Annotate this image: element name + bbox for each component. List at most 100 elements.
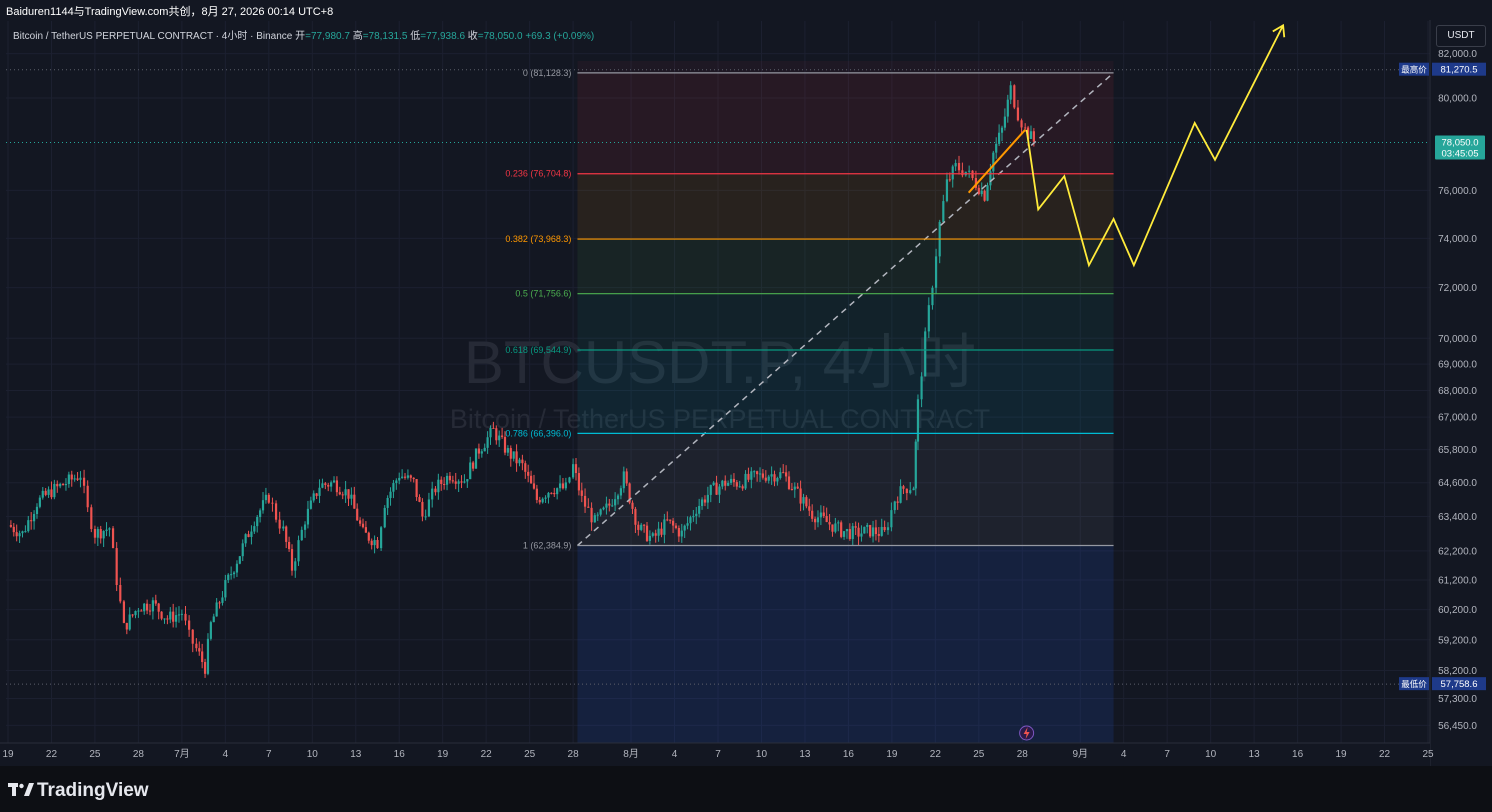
candle-body: [721, 480, 724, 487]
candle-body: [271, 502, 274, 504]
candle-body: [172, 611, 175, 622]
candle-body: [1000, 127, 1004, 133]
candle-body: [564, 482, 567, 489]
candle-body: [492, 427, 495, 429]
high-label: 高: [352, 31, 363, 42]
candle-body: [840, 522, 843, 537]
candle-body: [347, 489, 350, 499]
time-tick-label: 4: [672, 749, 678, 760]
candle-body: [361, 523, 365, 528]
candle-body: [580, 490, 583, 496]
candle-body: [300, 529, 303, 541]
fib-level-label: 0.618 (69,544.9): [505, 345, 571, 355]
candle-body: [53, 483, 56, 498]
candle-body: [983, 190, 986, 201]
candle-body: [224, 580, 227, 598]
candle-body: [18, 533, 21, 537]
price-tick-label: 74,000.0: [1438, 234, 1477, 245]
candle-body: [166, 618, 169, 620]
candle-body: [412, 477, 415, 480]
candle-body: [851, 526, 854, 539]
candle-body: [920, 376, 923, 400]
candle-body: [729, 478, 733, 483]
candle-body: [744, 473, 747, 489]
candle-body: [854, 526, 857, 528]
candle-body: [1024, 127, 1027, 129]
time-tick-label: 22: [1379, 749, 1391, 760]
candle-body: [274, 503, 278, 520]
candle-body: [203, 662, 207, 674]
candle-body: [880, 526, 883, 536]
candle-body: [61, 483, 65, 486]
candle-body: [593, 515, 596, 523]
candle-body: [47, 489, 50, 495]
candle-body: [160, 611, 163, 619]
fib-level-label: 0 (81,128.3): [523, 68, 572, 78]
fib-level-label: 0.5 (71,756.6): [515, 289, 571, 299]
candle-body: [822, 512, 825, 517]
price-tick-label: 76,000.0: [1438, 186, 1477, 197]
candle-body: [241, 543, 244, 557]
candle-body: [608, 503, 611, 506]
candle-body: [227, 574, 230, 581]
candle-body: [256, 517, 259, 527]
price-tick-label: 82,000.0: [1438, 49, 1477, 60]
candle-body: [93, 529, 97, 538]
candle-body: [267, 494, 270, 503]
candle-body: [968, 170, 971, 172]
price-chart[interactable]: BTCUSDT.P, 4小时Bitcoin / TetherUS PERPETU…: [0, 20, 1492, 766]
candle-body: [583, 495, 587, 507]
candle-body: [1029, 131, 1033, 139]
current-price-badge-text: 03:45:05: [1442, 148, 1479, 159]
currency-button[interactable]: USDT: [1436, 25, 1486, 47]
candle-body: [874, 527, 878, 535]
candle-body: [845, 529, 849, 532]
candle-body: [657, 528, 660, 536]
fib-zone: [577, 72, 1114, 174]
candle-body: [764, 477, 767, 481]
lowest-price-value: 57,758.6: [1441, 679, 1478, 690]
candle-body: [480, 451, 483, 454]
candle-body: [622, 471, 625, 489]
candle-body: [776, 478, 779, 482]
candle-body: [747, 473, 750, 480]
candle-body: [654, 533, 657, 536]
symbol-legend: Bitcoin / TetherUS PERPETUAL CONTRACT · …: [13, 27, 594, 42]
candle-body: [712, 482, 715, 485]
candle-body: [796, 486, 799, 489]
price-tick-label: 65,800.0: [1438, 445, 1477, 456]
candle-body: [290, 549, 294, 571]
chart-area[interactable]: BTCUSDT.P, 4小时 Bitcoin / TetherUS PERPETU…: [0, 20, 1492, 766]
candle-body: [890, 510, 893, 528]
candle-body: [146, 603, 149, 611]
candle-body: [353, 494, 356, 509]
candle-body: [686, 523, 689, 526]
brand-name: TradingView: [37, 780, 149, 801]
candle-body: [692, 516, 695, 518]
candle-body: [986, 185, 989, 201]
price-tick-label: 57,300.0: [1438, 694, 1477, 705]
close-label: 收: [467, 31, 478, 42]
candle-body: [221, 597, 224, 603]
candle-body: [825, 516, 828, 523]
candle-body: [201, 651, 204, 663]
candle-body: [819, 512, 822, 518]
candle-body: [125, 622, 128, 630]
candle-body: [912, 488, 915, 491]
candle-body: [264, 494, 268, 501]
candle-body: [954, 163, 957, 167]
candle-body: [32, 514, 36, 522]
time-tick-label: 8月: [623, 748, 639, 760]
candle-body: [811, 510, 814, 519]
candle-body: [427, 499, 431, 517]
candle-body: [561, 483, 565, 489]
candle-body: [424, 516, 427, 518]
price-tick-label: 58,200.0: [1438, 666, 1477, 677]
candle-body: [86, 485, 89, 508]
candle-body: [521, 459, 524, 464]
candle-body: [335, 480, 339, 493]
candle-body: [741, 486, 744, 489]
time-tick-label: 4: [223, 749, 229, 760]
candle-body: [767, 476, 770, 481]
candle-body: [753, 471, 756, 473]
